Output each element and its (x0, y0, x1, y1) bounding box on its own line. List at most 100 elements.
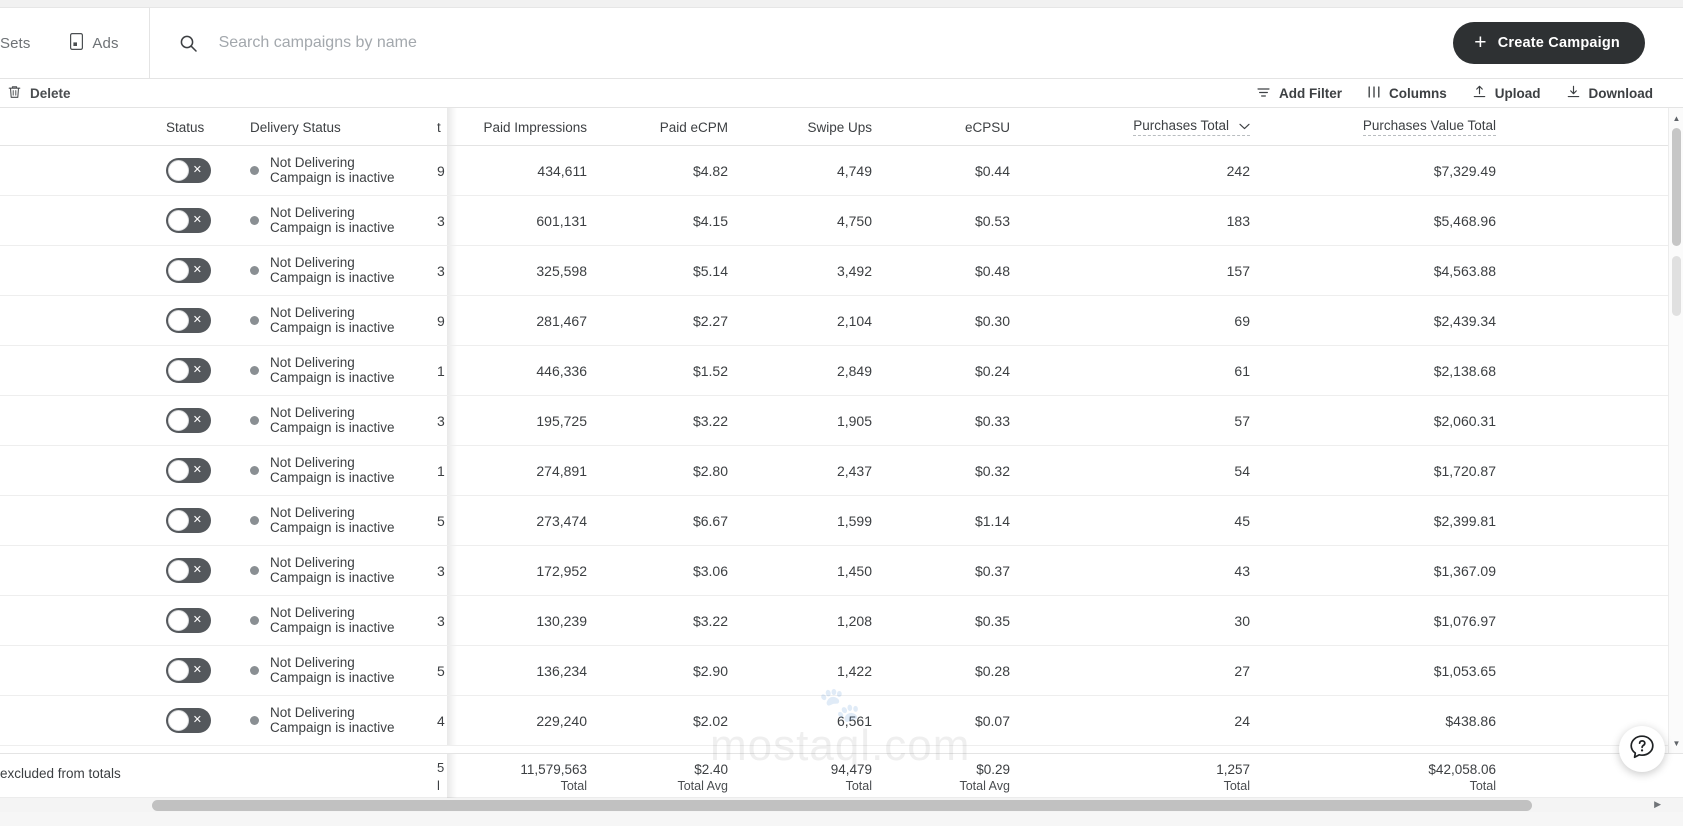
vertical-scroll-thumb-secondary[interactable] (1672, 256, 1681, 316)
truncated-column-fragment: 3 (437, 262, 445, 279)
table-row[interactable]: ✕ Not Delivering Campaign is inactive 3 601,… (0, 196, 1683, 246)
delivery-status-secondary: Campaign is inactive (270, 569, 395, 585)
table-row[interactable]: ✕ Not Delivering Campaign is inactive 3 130,… (0, 596, 1683, 646)
column-header-status[interactable]: Status (166, 108, 236, 146)
table-row[interactable]: ✕ Not Delivering Campaign is inactive 4 229,… (0, 696, 1683, 746)
columns-label: Columns (1388, 85, 1447, 101)
download-button[interactable]: Download (1567, 85, 1653, 101)
vertical-scrollbar[interactable]: ▲ ▼ (1668, 108, 1683, 753)
campaign-status-toggle[interactable]: ✕ (166, 708, 211, 733)
column-header-swipe_ups-label: Swipe Ups (807, 119, 872, 135)
delivery-status-text: Not Delivering Campaign is inactive (270, 205, 395, 235)
column-header-paid_impressions[interactable]: Paid Impressions (463, 108, 587, 146)
table-row[interactable]: ✕ Not Delivering Campaign is inactive 5 136,… (0, 646, 1683, 696)
toggle-knob (168, 260, 189, 281)
scroll-right-arrow[interactable]: ▶ (1654, 799, 1661, 810)
cell-swipe_ups: 3,492 (836, 262, 872, 279)
truncated-column-fragment: 9 (437, 312, 445, 329)
status-cell: ✕ (166, 646, 211, 695)
delivery-status-primary: Not Delivering (270, 354, 355, 370)
campaign-status-toggle[interactable]: ✕ (166, 408, 211, 433)
campaign-status-toggle[interactable]: ✕ (166, 258, 211, 283)
frozen-column-seam-footer (447, 754, 457, 798)
total-purchases_total-value: 1,257 (1216, 761, 1250, 777)
horizontal-scroll-thumb[interactable] (152, 800, 1532, 811)
help-button[interactable] (1619, 726, 1665, 772)
browser-top-strip (0, 0, 1683, 8)
nav-tab-sets-label: Sets (0, 34, 31, 52)
delivery-status-primary: Not Delivering (270, 504, 355, 520)
chevron-down-icon[interactable] (1239, 118, 1250, 133)
delivery-status-text: Not Delivering Campaign is inactive (270, 405, 395, 435)
table-row[interactable]: ✕ Not Delivering Campaign is inactive 9 281,… (0, 296, 1683, 346)
column-header-swipe_ups[interactable]: Swipe Ups (770, 108, 872, 146)
search-bar[interactable] (150, 8, 1454, 78)
toggle-knob (168, 610, 189, 631)
add-filter-button[interactable]: Add Filter (1257, 86, 1342, 101)
cell-purchases_value_total: $7,329.49 (1433, 162, 1496, 179)
campaign-status-toggle[interactable]: ✕ (166, 508, 211, 533)
columns-button[interactable]: Columns (1368, 86, 1447, 101)
scroll-up-arrow[interactable]: ▲ (1669, 110, 1683, 126)
campaign-status-toggle[interactable]: ✕ (166, 208, 211, 233)
toggle-knob (168, 360, 189, 381)
delete-button[interactable]: Delete (8, 85, 71, 102)
campaign-status-toggle[interactable]: ✕ (166, 358, 211, 383)
table-row[interactable]: ✕ Not Delivering Campaign is inactive 3 195,… (0, 396, 1683, 446)
column-header-purchases_total-sortable[interactable]: Purchases Total (1133, 118, 1250, 136)
campaign-status-toggle[interactable]: ✕ (166, 158, 211, 183)
status-dot (250, 166, 259, 175)
cell-ecpsu: $0.44 (974, 162, 1010, 179)
scroll-down-arrow[interactable]: ▼ (1669, 735, 1683, 751)
status-dot (250, 566, 259, 575)
create-campaign-button[interactable]: + Create Campaign (1453, 22, 1645, 64)
table-row[interactable]: ✕ Not Delivering Campaign is inactive 3 172,… (0, 546, 1683, 596)
campaign-status-toggle[interactable]: ✕ (166, 558, 211, 583)
search-icon[interactable] (172, 35, 206, 52)
table-row[interactable]: ✕ Not Delivering Campaign is inactive 1 274,… (0, 446, 1683, 496)
campaign-status-toggle[interactable]: ✕ (166, 658, 211, 683)
frozen-column-seam (447, 246, 457, 295)
table-row[interactable]: ✕ Not Delivering Campaign is inactive 9 434,… (0, 146, 1683, 196)
column-header-paid_ecpm[interactable]: Paid eCPM (620, 108, 728, 146)
cell-paid_impressions: 130,239 (536, 612, 587, 629)
column-header-fragment[interactable]: t (437, 108, 451, 146)
campaign-status-toggle[interactable]: ✕ (166, 308, 211, 333)
truncated-column-fragment: 3 (437, 212, 445, 229)
column-header-purchases_value_total[interactable]: Purchases Value Total (1300, 108, 1496, 146)
table-body: ✕ Not Delivering Campaign is inactive 9 434,… (0, 146, 1683, 746)
status-cell: ✕ (166, 246, 211, 295)
table-row[interactable]: ✕ Not Delivering Campaign is inactive 5 273,… (0, 496, 1683, 546)
horizontal-scrollbar[interactable]: ▶ (0, 797, 1683, 812)
table-row[interactable]: ✕ Not Delivering Campaign is inactive 1 446,… (0, 346, 1683, 396)
nav-tab-sets[interactable]: Sets (0, 8, 48, 78)
search-input[interactable] (218, 34, 779, 52)
column-header-purchases_total[interactable]: Purchases Total (1080, 108, 1250, 146)
delivery-status-primary: Not Delivering (270, 554, 355, 570)
delivery-status-cell: Not Delivering Campaign is inactive (250, 596, 440, 645)
toggle-knob (168, 510, 189, 531)
toggle-knob (168, 710, 189, 731)
cell-swipe_ups: 1,450 (836, 562, 872, 579)
column-header-delivery[interactable]: Delivery Status (250, 108, 440, 146)
delivery-status-text: Not Delivering Campaign is inactive (270, 354, 395, 385)
upload-button[interactable]: Upload (1473, 85, 1541, 101)
cell-purchases_value_total: $5,468.96 (1433, 212, 1496, 229)
cell-purchases_total: 183 (1226, 212, 1250, 229)
vertical-scroll-thumb[interactable] (1672, 128, 1681, 246)
campaign-status-toggle[interactable]: ✕ (166, 608, 211, 633)
total-purchases_value_total-label: Total (1469, 778, 1496, 793)
delivery-status-cell: Not Delivering Campaign is inactive (250, 446, 440, 495)
frozen-column-seam (447, 646, 457, 695)
total-paid_impressions-label: Total (560, 778, 587, 793)
column-header-ecpsu[interactable]: eCPSU (920, 108, 1010, 146)
nav-tabs: Sets Ads (0, 7, 150, 79)
nav-tab-ads[interactable]: Ads (48, 8, 140, 78)
cell-paid_ecpm: $2.27 (692, 312, 728, 329)
cell-purchases_value_total: $1,720.87 (1433, 462, 1496, 479)
table-row[interactable]: ✕ Not Delivering Campaign is inactive 3 325,… (0, 246, 1683, 296)
campaign-status-toggle[interactable]: ✕ (166, 458, 211, 483)
cell-paid_ecpm: $4.82 (692, 162, 728, 179)
cell-swipe_ups: 2,849 (836, 362, 872, 379)
frozen-column-seam (447, 346, 457, 395)
